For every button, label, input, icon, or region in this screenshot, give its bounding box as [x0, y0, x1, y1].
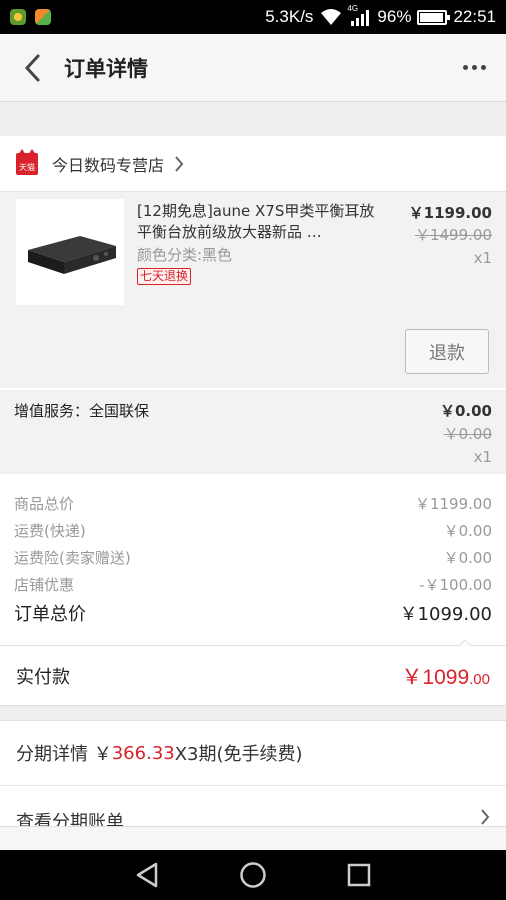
status-bar: 5.3K/s 4G 96% 22:51 [0, 0, 506, 34]
view-bill-label: 查看分期账单 [16, 812, 124, 826]
service-original-price: ￥0.00 [443, 425, 492, 443]
back-button[interactable] [0, 34, 64, 102]
service-price: ￥0.00 [439, 402, 492, 420]
payment-amount-cents: .00 [469, 670, 490, 688]
refund-button[interactable]: 退款 [405, 329, 489, 374]
chevron-right-icon [175, 155, 184, 172]
battery-icon [417, 9, 451, 25]
product-image[interactable] [16, 199, 124, 305]
summary-value: ￥0.00 [443, 549, 492, 567]
network-type: 4G [347, 4, 359, 13]
more-options-button[interactable] [442, 34, 506, 102]
service-item: 增值服务：全国联保 ￥0.00 ￥0.00 x1 [0, 388, 506, 474]
summary-row: 商品总价 ￥1199.00 [14, 490, 492, 517]
summary-label: 运费险(卖家赠送) [14, 549, 131, 567]
app-notification-icon [35, 9, 51, 25]
nav-home-icon[interactable] [239, 861, 267, 889]
actual-payment-row: 实付款 ￥1099.00 [0, 646, 506, 706]
order-total-label: 订单总价 [14, 604, 86, 625]
actual-payment-amount: ￥1099.00 [401, 661, 490, 691]
battery-percent: 96% [377, 7, 412, 26]
network-speed: 5.3K/s [265, 7, 314, 26]
order-total-row: 订单总价 ￥1099.00 [14, 598, 492, 628]
more-dots-icon [462, 65, 468, 70]
summary-value: -￥100.00 [419, 576, 492, 594]
summary-row: 店铺优惠 -￥100.00 [14, 571, 492, 598]
installment-amount: 366.33 [111, 742, 175, 764]
clock: 22:51 [453, 7, 496, 26]
service-label: 增值服务：全国联保 [14, 402, 150, 420]
product-item[interactable]: [12期免息]aune X7S甲类平衡耳放 平衡台放前级放大器新品 … 颜色分类… [0, 192, 506, 388]
summary-label: 商品总价 [14, 495, 75, 513]
order-total-value: ￥1099.00 [399, 604, 492, 625]
nav-recents-icon[interactable] [346, 862, 372, 888]
service-quantity: x1 [473, 448, 492, 466]
shop-name: 今日数码专营店 [52, 155, 165, 175]
return-policy-badge: 七天退换 [137, 268, 192, 285]
bottom-bar [0, 826, 506, 850]
product-price: ￥1199.00 [408, 204, 492, 222]
signal-icon: 4G [347, 4, 371, 26]
installment-details-row: 分期详情 ￥ 366.33 X3期(免手续费) [0, 720, 506, 786]
price-summary: 商品总价 ￥1199.00 运费(快递) ￥0.00 运费险(卖家赠送) ￥0.… [0, 474, 506, 647]
product-title[interactable]: [12期免息]aune X7S甲类平衡耳放 平衡台放前级放大器新品 … [137, 201, 377, 243]
summary-row: 运费(快递) ￥0.00 [14, 517, 492, 544]
summary-label: 店铺优惠 [14, 576, 75, 594]
summary-value: ￥1199.00 [414, 495, 492, 513]
shop-row[interactable]: 天猫 今日数码专营店 [0, 136, 506, 192]
summary-row: 运费险(卖家赠送) ￥0.00 [14, 544, 492, 571]
page-title: 订单详情 [64, 56, 148, 81]
chevron-right-icon [481, 809, 490, 825]
actual-payment-label: 实付款 [16, 666, 70, 688]
app-notification-icon [10, 9, 26, 25]
tmall-logo-icon: 天猫 [16, 148, 38, 175]
amplifier-image [28, 236, 116, 274]
wifi-icon [321, 9, 342, 25]
summary-label: 运费(快递) [14, 522, 86, 540]
top-app-bar: 订单详情 [0, 34, 506, 102]
nav-back-icon[interactable] [134, 861, 160, 889]
payment-amount-main: ￥1099 [401, 665, 470, 689]
system-navigation-bar [0, 850, 506, 900]
installment-label: 分期详情 ￥ [16, 744, 112, 765]
back-arrow-icon [24, 54, 40, 81]
installment-terms: X3期(免手续费) [174, 744, 303, 765]
product-original-price: ￥1499.00 [414, 226, 492, 244]
product-quantity: x1 [473, 249, 492, 267]
product-spec: 颜色分类:黑色 [137, 246, 233, 264]
summary-value: ￥0.00 [443, 522, 492, 540]
view-installment-bill-row[interactable]: 查看分期账单 [0, 786, 506, 826]
